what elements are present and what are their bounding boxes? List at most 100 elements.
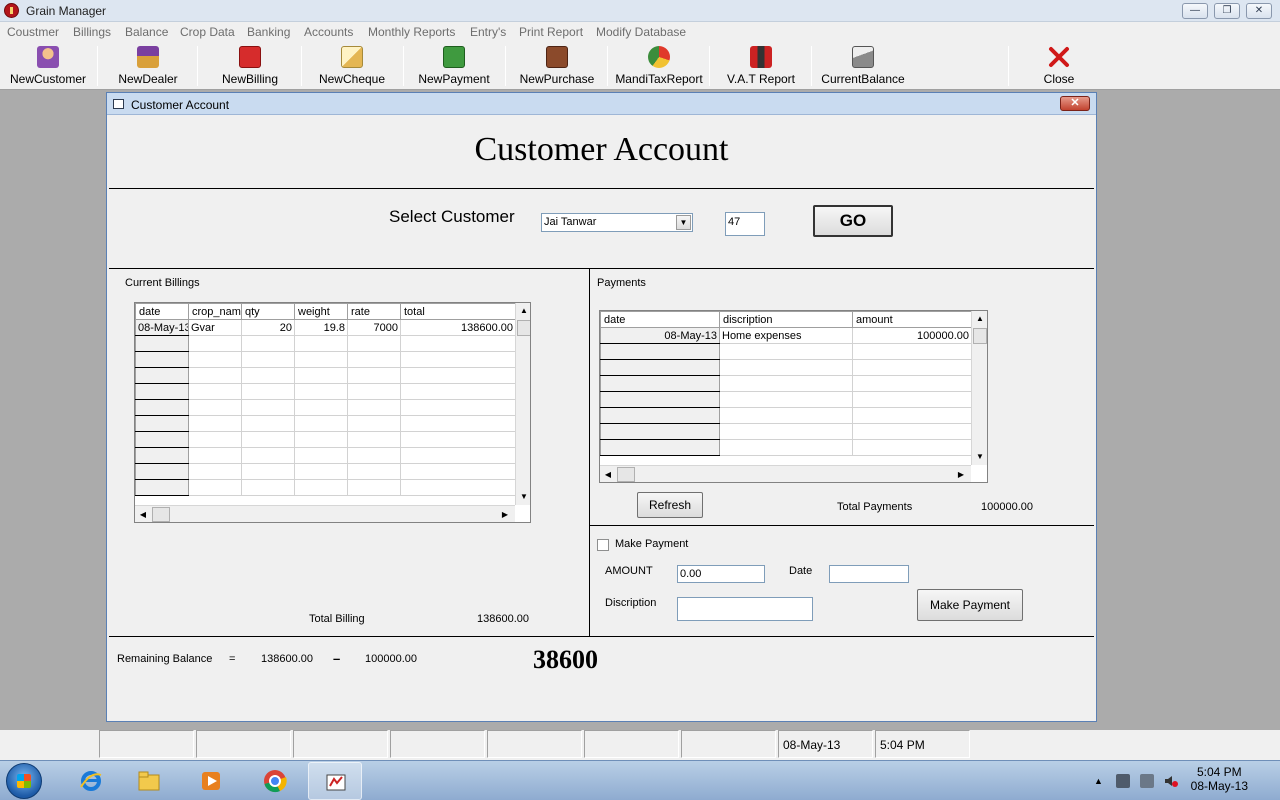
menu-monthly-reports[interactable]: Monthly Reports [368, 25, 455, 39]
table-row[interactable] [135, 351, 516, 368]
column-header[interactable]: date [135, 303, 189, 320]
date-field[interactable] [829, 565, 909, 583]
chevron-down-icon[interactable]: ▼ [676, 215, 691, 230]
restore-button[interactable]: ❐ [1214, 3, 1240, 19]
child-title-bar[interactable]: Customer Account ✕ [107, 93, 1096, 115]
table-cell[interactable]: 100000.00 [852, 327, 972, 344]
scroll-right-icon[interactable]: ▶ [953, 467, 969, 482]
column-header[interactable]: crop_nam [188, 303, 242, 320]
menu-banking[interactable]: Banking [247, 25, 290, 39]
display-icon[interactable] [1140, 774, 1154, 788]
make-payment-button[interactable]: Make Payment [917, 589, 1023, 621]
network-icon[interactable] [1116, 774, 1130, 788]
table-row[interactable]: 08-May-13 Home expenses 100000.00 [600, 327, 972, 344]
vertical-scrollbar[interactable]: ▲ ▼ [515, 303, 530, 505]
make-payment-checkbox[interactable] [597, 539, 609, 551]
taskbar-media-player[interactable] [184, 762, 238, 800]
menu-accounts[interactable]: Accounts [304, 25, 353, 39]
menu-coustmer[interactable]: Coustmer [7, 25, 59, 39]
horizontal-scrollbar[interactable]: ◀ ▶ [600, 465, 971, 482]
refresh-button[interactable]: Refresh [637, 492, 703, 518]
table-row[interactable] [135, 431, 516, 448]
table-row[interactable]: 08-May-13 Gvar 20 19.8 7000 138600.00 [135, 319, 516, 336]
column-header[interactable]: amount [852, 311, 972, 328]
taskbar-chrome[interactable] [248, 762, 302, 800]
vertical-scrollbar[interactable]: ▲ ▼ [971, 311, 987, 465]
table-row[interactable] [600, 343, 972, 360]
scroll-left-icon[interactable]: ◀ [600, 467, 616, 482]
table-row[interactable] [135, 399, 516, 416]
new-purchase-button[interactable]: NewPurchase [510, 42, 604, 90]
table-row[interactable] [600, 391, 972, 408]
table-row[interactable] [135, 447, 516, 464]
scroll-thumb[interactable] [152, 507, 170, 522]
customer-select[interactable]: Jai Tanwar ▼ [541, 213, 693, 232]
horizontal-scrollbar[interactable]: ◀ ▶ [135, 505, 515, 522]
column-header[interactable]: qty [241, 303, 295, 320]
column-header[interactable]: weight [294, 303, 348, 320]
new-cheque-button[interactable]: NewCheque [306, 42, 398, 90]
child-close-button[interactable]: ✕ [1060, 96, 1090, 111]
menu-crop-data[interactable]: Crop Data [180, 25, 235, 39]
column-header[interactable]: rate [347, 303, 401, 320]
app-close-button[interactable]: ✕ [1246, 3, 1272, 19]
table-cell[interactable]: Home expenses [719, 327, 853, 344]
start-button[interactable] [6, 763, 42, 799]
scroll-thumb[interactable] [973, 328, 987, 344]
tray-clock[interactable]: 5:04 PM 08-May-13 [1191, 765, 1248, 793]
menu-entrys[interactable]: Entry's [470, 25, 506, 39]
table-row[interactable] [135, 335, 516, 352]
table-cell[interactable]: 7000 [347, 319, 401, 336]
scroll-down-icon[interactable]: ▼ [972, 449, 987, 465]
table-cell[interactable]: 138600.00 [400, 319, 516, 336]
scroll-down-icon[interactable]: ▼ [516, 489, 530, 505]
column-header[interactable]: total [400, 303, 516, 320]
menu-print-report[interactable]: Print Report [519, 25, 583, 39]
vat-report-button[interactable]: V.A.T Report [713, 42, 809, 90]
new-billing-button[interactable]: NewBilling [204, 42, 296, 90]
scroll-up-icon[interactable]: ▲ [516, 303, 530, 319]
taskbar-ie[interactable] [64, 762, 118, 800]
scroll-thumb[interactable] [617, 467, 635, 482]
customer-id-field[interactable]: 47 [725, 212, 765, 236]
current-balance-button[interactable]: CurrentBalance [814, 42, 912, 90]
table-cell[interactable]: Gvar [188, 319, 242, 336]
tray-expand-icon[interactable]: ▲ [1094, 774, 1108, 788]
column-header[interactable]: date [600, 311, 720, 328]
table-row[interactable] [135, 367, 516, 384]
scroll-thumb[interactable] [517, 320, 530, 336]
amount-field[interactable]: 0.00 [677, 565, 765, 583]
taskbar-explorer[interactable] [122, 762, 176, 800]
scroll-up-icon[interactable]: ▲ [972, 311, 987, 327]
menu-balance[interactable]: Balance [125, 25, 168, 39]
table-row[interactable] [600, 359, 972, 376]
payments-grid[interactable]: date discription amount 08-May-13 Home e… [599, 310, 988, 483]
table-row[interactable] [600, 407, 972, 424]
table-cell[interactable]: 08-May-13 [600, 327, 720, 344]
new-customer-button[interactable]: NewCustomer [2, 42, 94, 90]
table-row[interactable] [135, 479, 516, 496]
table-row[interactable] [600, 423, 972, 440]
billings-grid[interactable]: date crop_nam qty weight rate total 08-M… [134, 302, 531, 523]
description-field[interactable] [677, 597, 813, 621]
table-cell[interactable]: 20 [241, 319, 295, 336]
table-cell[interactable]: 19.8 [294, 319, 348, 336]
scroll-right-icon[interactable]: ▶ [497, 507, 513, 522]
scroll-left-icon[interactable]: ◀ [135, 507, 151, 522]
minimize-button[interactable]: — [1182, 3, 1208, 19]
column-header[interactable]: discription [719, 311, 853, 328]
mandi-tax-report-button[interactable]: MandiTaxReport [609, 42, 709, 90]
new-dealer-button[interactable]: NewDealer [102, 42, 194, 90]
table-row[interactable] [135, 463, 516, 480]
menu-modify-database[interactable]: Modify Database [596, 25, 686, 39]
close-button[interactable]: Close [1016, 42, 1102, 90]
table-row[interactable] [135, 383, 516, 400]
taskbar-grain-manager[interactable] [308, 762, 362, 800]
table-row[interactable] [135, 415, 516, 432]
new-payment-button[interactable]: NewPayment [408, 42, 500, 90]
volume-muted-icon[interactable] [1164, 774, 1178, 788]
table-cell[interactable]: 08-May-13 [135, 319, 189, 336]
table-row[interactable] [600, 375, 972, 392]
table-row[interactable] [600, 439, 972, 456]
menu-billings[interactable]: Billings [73, 25, 111, 39]
